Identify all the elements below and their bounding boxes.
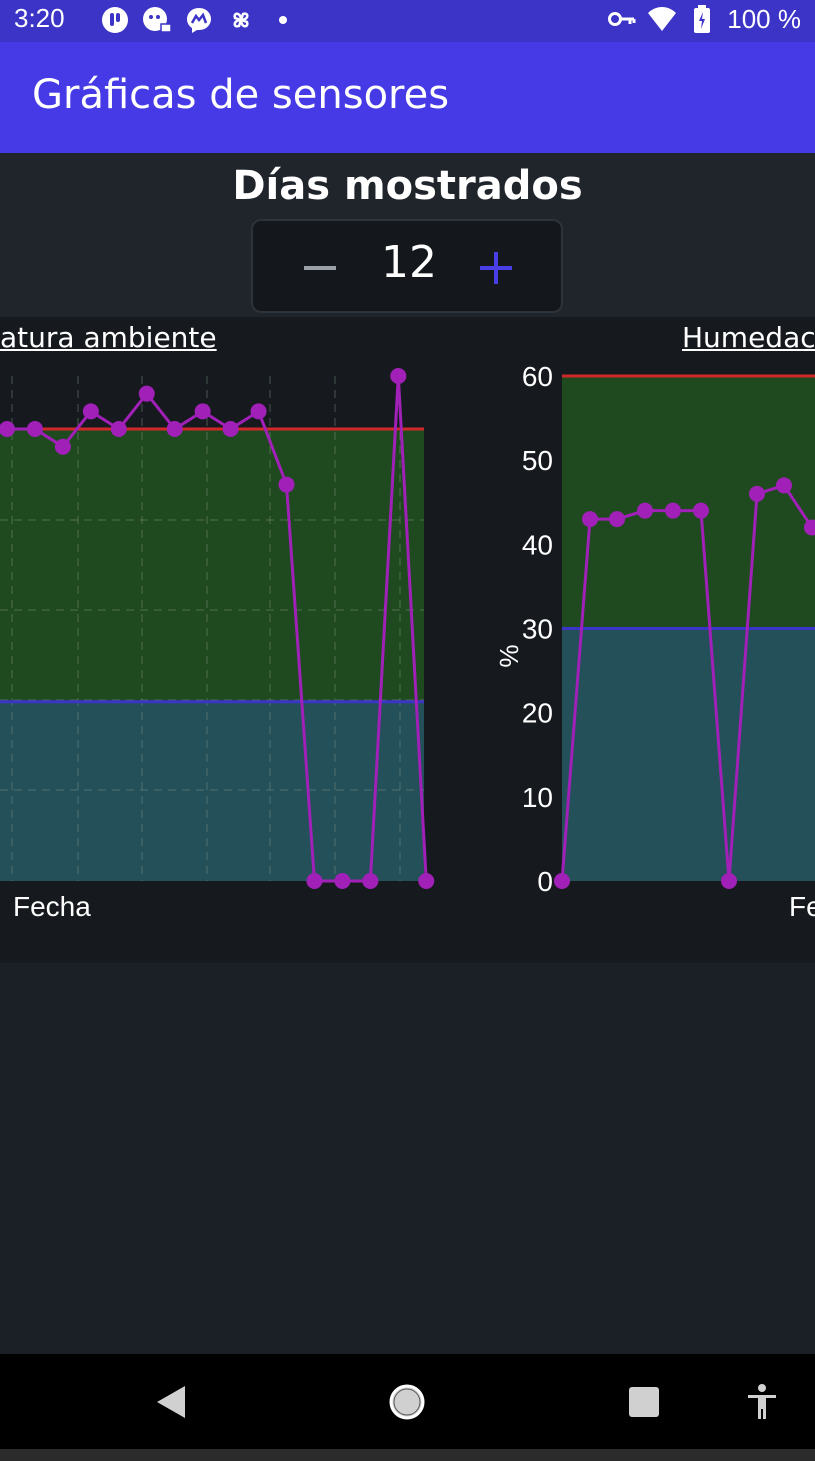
temperature-point-1 <box>26 421 43 438</box>
decrement-button[interactable] <box>303 251 337 285</box>
home-icon[interactable] <box>387 1382 427 1422</box>
status-time: 3:20 <box>14 3 65 33</box>
battery-icon <box>687 4 717 34</box>
more-dot-icon <box>268 5 298 35</box>
days-stepper: 12 <box>251 219 563 313</box>
navigation-bar <box>0 1354 815 1449</box>
vpn-key-icon <box>607 4 637 34</box>
status-bar: 3:20 100 % <box>0 0 815 42</box>
status-icons-right: 100 % <box>607 3 801 35</box>
plus-icon <box>480 252 512 284</box>
status-icons-left <box>100 4 298 36</box>
temperature-point-9 <box>250 403 267 420</box>
humidity-point-0 <box>554 873 570 889</box>
temperature-point-13 <box>362 873 379 889</box>
humidity-point-8 <box>776 477 792 494</box>
temperature-point-7 <box>194 403 211 420</box>
charts-scroll-area[interactable]: atura ambiente Humedac 0 10 20 30 40 50 60% Fe… <box>0 317 815 963</box>
temperature-point-15 <box>418 873 435 889</box>
humidity-y-tick-50: 50 <box>522 445 553 476</box>
minus-icon <box>304 266 336 270</box>
back-icon[interactable] <box>150 1382 190 1422</box>
temperature-point-11 <box>306 873 323 889</box>
humidity-point-4 <box>665 502 681 519</box>
chat-notification-icon <box>142 5 172 35</box>
navigation-bar-edge <box>0 1449 815 1461</box>
days-title: Días mostrados <box>232 163 583 209</box>
app-title: Gráficas de sensores <box>32 72 450 118</box>
days-section: Días mostrados 12 <box>0 153 815 317</box>
humidity-x-axis-label: Fe <box>789 891 815 922</box>
humidity-y-tick-40: 40 <box>522 529 553 560</box>
temperature-point-14 <box>390 368 407 384</box>
humidity-y-tick-0: 0 <box>537 866 553 897</box>
accessibility-icon[interactable] <box>742 1382 782 1422</box>
humidity-point-2 <box>609 511 625 528</box>
days-value: 12 <box>381 237 437 288</box>
increment-button[interactable] <box>479 251 513 285</box>
humidity-y-tick-10: 10 <box>522 782 553 813</box>
temperature-x-axis-label: Fecha <box>13 891 91 922</box>
temperature-point-5 <box>138 385 155 402</box>
humidity-y-axis-label: % <box>494 644 524 667</box>
temperature-low-band <box>0 701 424 881</box>
temperature-point-6 <box>166 421 183 438</box>
temperature-point-8 <box>222 421 239 438</box>
app-bar: Gráficas de sensores <box>0 42 815 153</box>
recents-icon[interactable] <box>624 1382 664 1422</box>
messenger-icon <box>184 5 214 35</box>
temperature-point-12 <box>334 873 351 889</box>
battery-level: 100 % <box>727 3 801 34</box>
humidity-point-5 <box>693 502 709 519</box>
temperature-optimal-band <box>0 429 424 702</box>
wifi-icon <box>647 4 677 34</box>
app-notification-icon <box>100 5 130 35</box>
pinwheel-icon <box>226 5 256 35</box>
charts-canvas: 0 10 20 30 40 50 60% <box>0 361 815 897</box>
humidity-y-tick-20: 20 <box>522 698 553 729</box>
humidity-point-1 <box>582 511 598 528</box>
humidity-point-3 <box>637 502 653 519</box>
humidity-point-7 <box>749 485 765 502</box>
humidity-optimal-band <box>562 376 815 629</box>
humidity-low-band <box>562 628 815 881</box>
temperature-point-3 <box>82 403 99 420</box>
temperature-point-4 <box>110 421 127 438</box>
humidity-y-tick-60: 60 <box>522 361 553 392</box>
humidity-point-6 <box>721 873 737 889</box>
temperature-point-2 <box>54 438 71 455</box>
humidity-y-tick-30: 30 <box>522 614 553 645</box>
temperature-point-10 <box>278 476 295 493</box>
